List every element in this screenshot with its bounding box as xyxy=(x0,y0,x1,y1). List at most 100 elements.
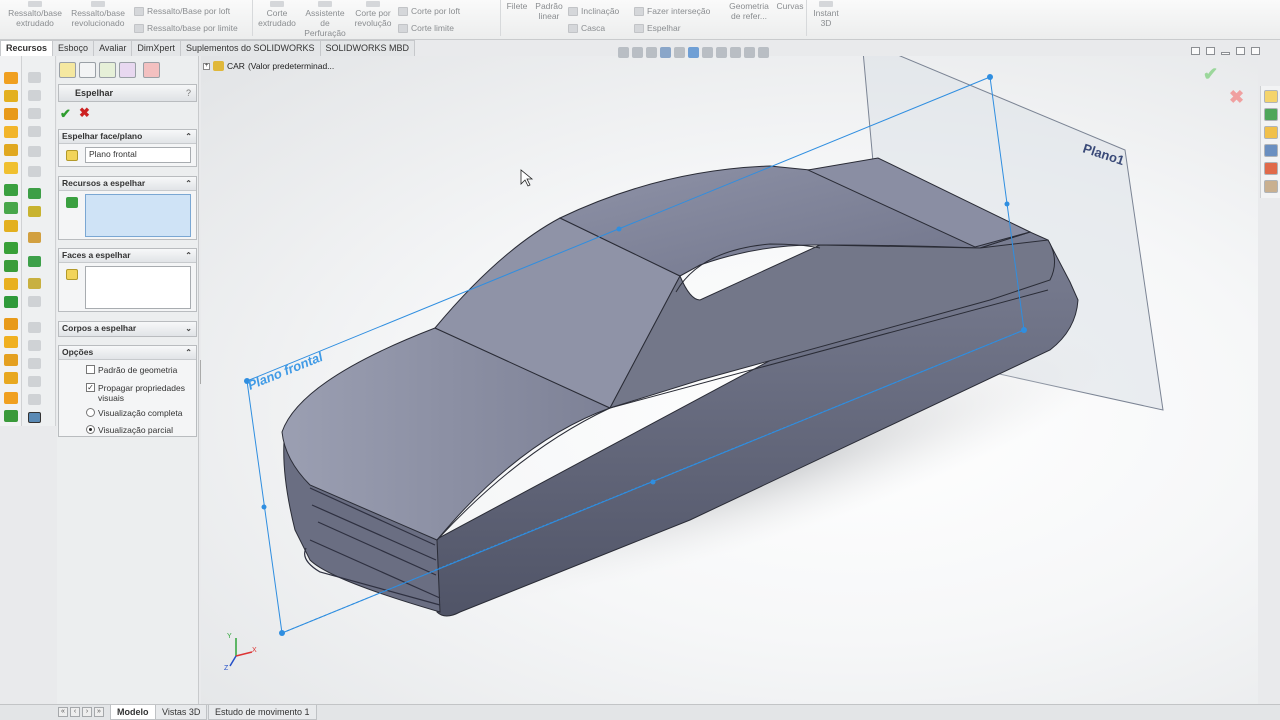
features-to-mirror-field[interactable] xyxy=(85,194,191,237)
section-header[interactable]: Espelhar face/plano ⌃ xyxy=(59,130,196,144)
feature-tool-icon[interactable] xyxy=(4,354,18,366)
display-style-icon[interactable] xyxy=(702,46,713,58)
plane-handle[interactable] xyxy=(987,74,993,80)
plane-handle[interactable] xyxy=(1004,201,1010,207)
hole-wizard-button[interactable]: Assistente de Perfuração xyxy=(300,1,350,38)
intersect-button[interactable]: Fazer interseção xyxy=(634,5,710,17)
zoom-area-icon[interactable] xyxy=(632,46,643,58)
home-icon[interactable] xyxy=(1264,90,1278,103)
first-tab-icon[interactable]: « xyxy=(58,707,68,717)
propagate-visual-checkbox[interactable]: ✓ xyxy=(86,383,95,392)
shell-button[interactable]: Casca xyxy=(568,22,605,34)
tab-dimxpert[interactable]: DimXpert xyxy=(131,40,181,56)
hide-show-icon[interactable] xyxy=(716,46,727,58)
feature-tree-flyout[interactable]: + CAR (Valor predeterminad... xyxy=(203,61,334,71)
lofted-boss-button[interactable]: Ressalto/Base por loft xyxy=(134,5,230,17)
tile-icon[interactable] xyxy=(1191,47,1200,55)
plane-handle[interactable] xyxy=(616,226,622,232)
prev-tab-icon[interactable]: ‹ xyxy=(70,707,80,717)
partial-preview-radio[interactable] xyxy=(86,425,95,434)
feature-tool-icon[interactable] xyxy=(4,410,18,422)
custom-properties-icon[interactable] xyxy=(1264,180,1278,193)
sketch-tool-icon[interactable] xyxy=(28,232,41,243)
feature-manager-tab[interactable] xyxy=(59,62,76,78)
boundary-boss-button[interactable]: Ressalto/base por limite xyxy=(134,22,238,34)
faces-to-mirror-field[interactable] xyxy=(85,266,191,309)
feature-tool-icon[interactable] xyxy=(4,162,18,174)
tab-evaluate[interactable]: Avaliar xyxy=(93,40,133,56)
dimxpert-manager-tab[interactable] xyxy=(119,62,136,78)
active-tool-icon[interactable] xyxy=(28,412,41,423)
view-palette-icon[interactable] xyxy=(1264,144,1278,157)
boundary-cut-button[interactable]: Corte limite xyxy=(398,22,454,34)
configuration-manager-tab[interactable] xyxy=(99,62,116,78)
feature-tool-icon[interactable] xyxy=(4,202,18,214)
design-library-icon[interactable] xyxy=(1264,108,1278,121)
mirror-button[interactable]: Espelhar xyxy=(634,22,681,34)
tab-features[interactable]: Recursos xyxy=(0,40,54,56)
appearances-icon[interactable] xyxy=(1264,162,1278,175)
geometry-pattern-checkbox[interactable] xyxy=(86,365,95,374)
tab-motion-study[interactable]: Estudo de movimento 1 xyxy=(208,705,317,720)
tab-addins[interactable]: Suplementos do SOLIDWORKS xyxy=(179,40,321,56)
feature-tool-icon[interactable] xyxy=(4,90,18,102)
display-manager-tab[interactable] xyxy=(143,62,160,78)
tab-model[interactable]: Modelo xyxy=(110,705,156,720)
feature-tool-icon[interactable] xyxy=(4,220,18,232)
extruded-boss-button[interactable]: Ressalto/base extrudado xyxy=(4,1,66,28)
view-orientation-icon[interactable] xyxy=(688,46,699,58)
full-preview-radio[interactable] xyxy=(86,408,95,417)
section-header[interactable]: Recursos a espelhar ⌃ xyxy=(59,177,196,191)
tab-mbd[interactable]: SOLIDWORKS MBD xyxy=(319,40,416,56)
apply-scene-icon[interactable] xyxy=(744,46,755,58)
sketch-tool-icon[interactable] xyxy=(28,256,41,267)
instant-3d-button[interactable]: Instant 3D xyxy=(808,1,844,28)
section-header[interactable]: Opções ⌃ xyxy=(59,346,196,360)
draft-button[interactable]: Inclinação xyxy=(568,5,619,17)
close-icon[interactable] xyxy=(1251,47,1260,55)
sketch-tool-icon[interactable] xyxy=(28,188,41,199)
feature-tool-icon[interactable] xyxy=(4,392,18,404)
curves-button[interactable]: Curvas xyxy=(774,1,806,11)
previous-view-icon[interactable] xyxy=(646,46,657,58)
confirmation-cancel-icon[interactable]: ✖ xyxy=(1229,87,1244,108)
confirmation-ok-icon[interactable]: ✔ xyxy=(1203,64,1218,85)
expand-icon[interactable]: ⌄ xyxy=(185,322,192,335)
linear-pattern-button[interactable]: Padrão linear xyxy=(533,1,565,21)
help-icon[interactable]: ? xyxy=(186,85,191,101)
plane-handle[interactable] xyxy=(279,630,285,636)
full-preview-option[interactable]: Visualização completa xyxy=(86,408,182,418)
maximize-icon[interactable] xyxy=(1236,47,1245,55)
view-settings-icon[interactable] xyxy=(758,46,769,58)
last-tab-icon[interactable]: » xyxy=(94,707,104,717)
collapse-icon[interactable]: ⌃ xyxy=(185,177,192,190)
sketch-tool-icon[interactable] xyxy=(28,206,41,217)
feature-tool-icon[interactable] xyxy=(4,336,18,348)
next-tab-icon[interactable]: › xyxy=(82,707,92,717)
feature-tool-icon[interactable] xyxy=(4,144,18,156)
feature-tool-icon[interactable] xyxy=(4,242,18,254)
expand-icon[interactable]: + xyxy=(203,62,210,70)
sketch-tool-icon[interactable] xyxy=(28,278,41,289)
tab-sketch[interactable]: Esboço xyxy=(52,40,95,56)
section-header[interactable]: Faces a espelhar ⌃ xyxy=(59,249,196,263)
file-explorer-icon[interactable] xyxy=(1264,126,1278,139)
collapse-icon[interactable]: ⌃ xyxy=(185,249,192,262)
feature-tool-icon[interactable] xyxy=(4,260,18,272)
lofted-cut-button[interactable]: Corte por loft xyxy=(398,5,460,17)
cancel-button[interactable]: ✖ xyxy=(79,105,90,121)
plane-handle[interactable] xyxy=(1021,327,1027,333)
feature-tool-icon[interactable] xyxy=(4,108,18,120)
edit-appearance-icon[interactable] xyxy=(730,46,741,58)
partial-preview-option[interactable]: Visualização parcial xyxy=(86,425,173,435)
feature-tool-icon[interactable] xyxy=(4,184,18,196)
extruded-cut-button[interactable]: Corte extrudado xyxy=(254,1,300,28)
section-view-icon[interactable] xyxy=(660,46,671,58)
fillet-button[interactable]: Filete xyxy=(503,1,531,11)
revolved-cut-button[interactable]: Corte por revolução xyxy=(350,1,396,28)
feature-tool-icon[interactable] xyxy=(4,278,18,290)
collapse-icon[interactable]: ⌃ xyxy=(185,346,192,359)
feature-tool-icon[interactable] xyxy=(4,318,18,330)
plane-handle[interactable] xyxy=(650,479,656,485)
plane-handle[interactable] xyxy=(261,504,267,510)
